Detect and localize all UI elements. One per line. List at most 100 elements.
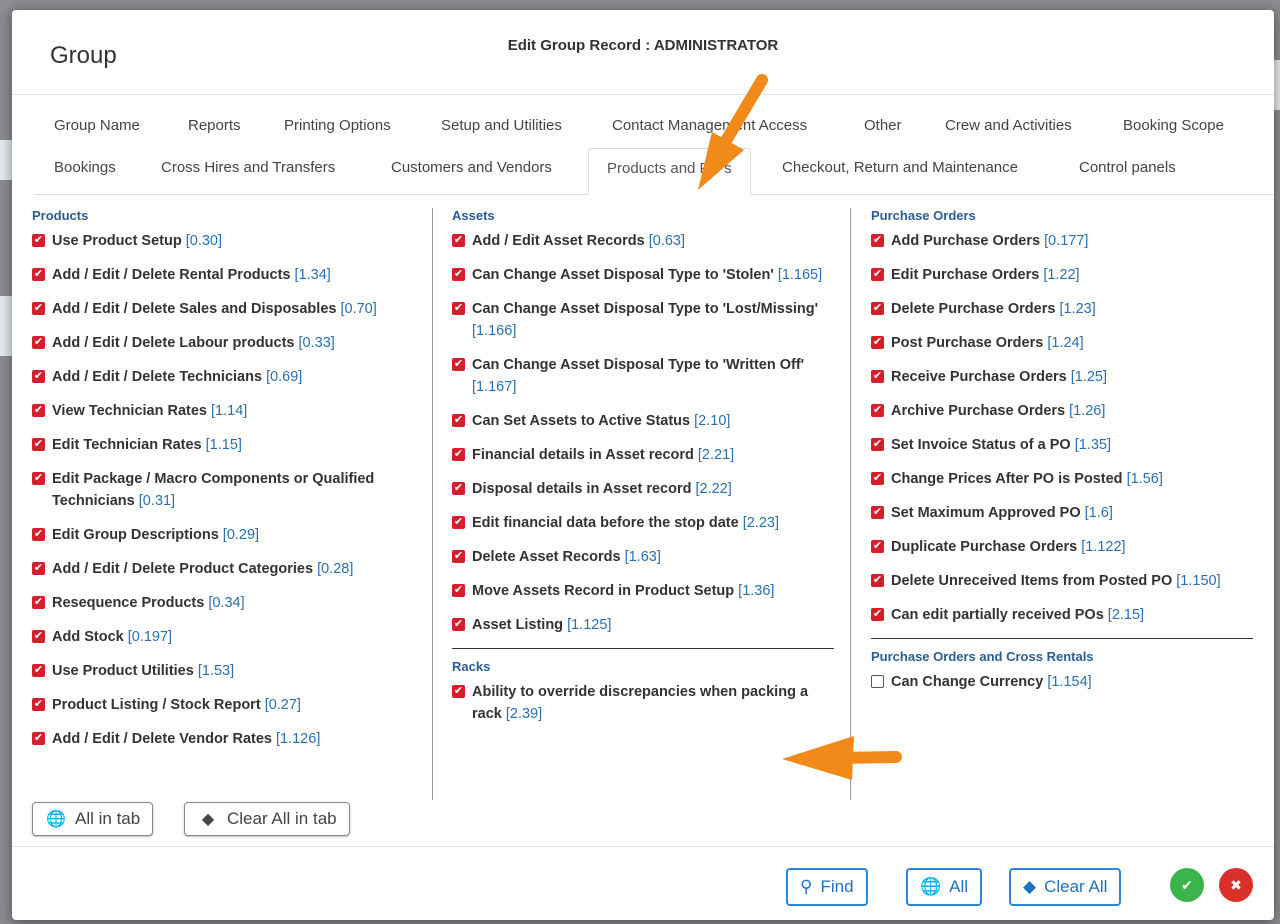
checkbox-checked[interactable]: ✔ bbox=[871, 268, 884, 281]
checkbox-checked[interactable]: ✔ bbox=[32, 370, 45, 383]
permission-ability-to-override-discrepancies-when-packing-a-rack[interactable]: ✔ Ability to override discrepancies when … bbox=[452, 681, 834, 725]
checkbox-unchecked[interactable] bbox=[871, 675, 884, 688]
checkbox-checked[interactable]: ✔ bbox=[452, 685, 465, 698]
permission-edit-technician-rates[interactable]: ✔ Edit Technician Rates [1.15] bbox=[32, 434, 412, 456]
checkbox-checked[interactable]: ✔ bbox=[32, 732, 45, 745]
permission-duplicate-purchase-orders[interactable]: ✔ Duplicate Purchase Orders [1.122] bbox=[871, 536, 1253, 558]
permission-change-prices-after-po-is-posted[interactable]: ✔ Change Prices After PO is Posted [1.56] bbox=[871, 468, 1253, 490]
permission-asset-listing[interactable]: ✔ Asset Listing [1.125] bbox=[452, 614, 834, 636]
checkbox-checked[interactable]: ✔ bbox=[32, 472, 45, 485]
permission-delete-purchase-orders[interactable]: ✔ Delete Purchase Orders [1.23] bbox=[871, 298, 1253, 320]
all-in-tab-button[interactable]: 🌐 All in tab bbox=[32, 802, 154, 836]
checkbox-checked[interactable]: ✔ bbox=[452, 516, 465, 529]
checkbox-checked[interactable]: ✔ bbox=[452, 302, 465, 315]
tab-customers-vendors[interactable]: Customers and Vendors bbox=[391, 148, 552, 188]
checkbox-checked[interactable]: ✔ bbox=[452, 448, 465, 461]
tab-reports[interactable]: Reports bbox=[188, 106, 241, 146]
checkbox-checked[interactable]: ✔ bbox=[452, 414, 465, 427]
checkbox-checked[interactable]: ✔ bbox=[32, 302, 45, 315]
find-button[interactable]: ⚲ Find bbox=[786, 868, 868, 906]
permission-add-purchase-orders[interactable]: ✔ Add Purchase Orders [0.177] bbox=[871, 230, 1253, 252]
permission-delete-asset-records[interactable]: ✔ Delete Asset Records [1.63] bbox=[452, 546, 834, 568]
tab-bookings[interactable]: Bookings bbox=[54, 148, 116, 188]
checkbox-checked[interactable]: ✔ bbox=[871, 438, 884, 451]
tab-checkout-return[interactable]: Checkout, Return and Maintenance bbox=[782, 148, 1018, 188]
permission-label: Duplicate Purchase Orders bbox=[891, 539, 1078, 555]
permission-can-edit-partially-received-pos[interactable]: ✔ Can edit partially received POs [2.15] bbox=[871, 604, 1253, 626]
checkbox-checked[interactable]: ✔ bbox=[452, 618, 465, 631]
permission-edit-group-descriptions[interactable]: ✔ Edit Group Descriptions [0.29] bbox=[32, 524, 412, 546]
tab-crew-activities[interactable]: Crew and Activities bbox=[945, 106, 1072, 146]
tab-setup-utilities[interactable]: Setup and Utilities bbox=[441, 106, 562, 146]
tab-control-panels[interactable]: Control panels bbox=[1079, 148, 1176, 188]
checkbox-checked[interactable]: ✔ bbox=[871, 574, 884, 587]
permission-edit-package-macro-components-or-qualified-technicians[interactable]: ✔ Edit Package / Macro Components or Qual… bbox=[32, 468, 412, 512]
permission-financial-details-in-asset-record[interactable]: ✔ Financial details in Asset record [2.21… bbox=[452, 444, 834, 466]
permission-add-edit-delete-sales-and-disposables[interactable]: ✔ Add / Edit / Delete Sales and Disposabl… bbox=[32, 298, 412, 320]
permission-add-edit-delete-labour-products[interactable]: ✔ Add / Edit / Delete Labour products [0.… bbox=[32, 332, 412, 354]
tab-cross-hires[interactable]: Cross Hires and Transfers bbox=[161, 148, 335, 188]
permission-archive-purchase-orders[interactable]: ✔ Archive Purchase Orders [1.26] bbox=[871, 400, 1253, 422]
checkbox-checked[interactable]: ✔ bbox=[32, 234, 45, 247]
tab-other[interactable]: Other bbox=[864, 106, 902, 146]
checkbox-checked[interactable]: ✔ bbox=[871, 370, 884, 383]
checkbox-checked[interactable]: ✔ bbox=[871, 404, 884, 417]
checkbox-checked[interactable]: ✔ bbox=[871, 234, 884, 247]
permission-disposal-details-in-asset-record[interactable]: ✔ Disposal details in Asset record [2.22] bbox=[452, 478, 834, 500]
checkbox-checked[interactable]: ✔ bbox=[32, 438, 45, 451]
checkbox-checked[interactable]: ✔ bbox=[32, 562, 45, 575]
checkbox-checked[interactable]: ✔ bbox=[871, 608, 884, 621]
checkbox-checked[interactable]: ✔ bbox=[452, 358, 465, 371]
checkbox-checked[interactable]: ✔ bbox=[871, 336, 884, 349]
checkbox-checked[interactable]: ✔ bbox=[32, 404, 45, 417]
tab-booking-scope[interactable]: Booking Scope bbox=[1123, 106, 1224, 146]
permission-product-listing-stock-report[interactable]: ✔ Product Listing / Stock Report [0.27] bbox=[32, 694, 412, 716]
permission-delete-unreceived-items-from-posted-po[interactable]: ✔ Delete Unreceived Items from Posted PO … bbox=[871, 570, 1253, 592]
clear-all-button[interactable]: ◆ Clear All bbox=[1009, 868, 1122, 906]
permission-can-change-asset-disposal-type-to-stolen[interactable]: ✔ Can Change Asset Disposal Type to 'Stol… bbox=[452, 264, 834, 286]
permission-receive-purchase-orders[interactable]: ✔ Receive Purchase Orders [1.25] bbox=[871, 366, 1253, 388]
permission-can-change-asset-disposal-type-to-written-off[interactable]: ✔ Can Change Asset Disposal Type to 'Writ… bbox=[452, 354, 834, 398]
permission-add-edit-delete-vendor-rates[interactable]: ✔ Add / Edit / Delete Vendor Rates [1.126… bbox=[32, 728, 412, 750]
permission-add-edit-delete-technicians[interactable]: ✔ Add / Edit / Delete Technicians [0.69] bbox=[32, 366, 412, 388]
checkbox-checked[interactable]: ✔ bbox=[871, 302, 884, 315]
checkbox-checked[interactable]: ✔ bbox=[871, 506, 884, 519]
checkbox-checked[interactable]: ✔ bbox=[32, 268, 45, 281]
permission-use-product-setup[interactable]: ✔ Use Product Setup [0.30] bbox=[32, 230, 412, 252]
checkbox-checked[interactable]: ✔ bbox=[452, 234, 465, 247]
checkbox-checked[interactable]: ✔ bbox=[452, 550, 465, 563]
permission-can-set-assets-to-active-status[interactable]: ✔ Can Set Assets to Active Status [2.10] bbox=[452, 410, 834, 432]
tab-group-name[interactable]: Group Name bbox=[54, 106, 140, 146]
permission-can-change-asset-disposal-type-to-lost-missing[interactable]: ✔ Can Change Asset Disposal Type to 'Lost… bbox=[452, 298, 834, 342]
permission-add-edit-asset-records[interactable]: ✔ Add / Edit Asset Records [0.63] bbox=[452, 230, 834, 252]
permission-can-change-currency[interactable]: Can Change Currency [1.154] bbox=[871, 671, 1253, 693]
permission-add-edit-delete-rental-products[interactable]: ✔ Add / Edit / Delete Rental Products [1.… bbox=[32, 264, 412, 286]
permission-add-edit-delete-product-categories[interactable]: ✔ Add / Edit / Delete Product Categories … bbox=[32, 558, 412, 580]
tab-printing-options[interactable]: Printing Options bbox=[284, 106, 391, 146]
permission-edit-purchase-orders[interactable]: ✔ Edit Purchase Orders [1.22] bbox=[871, 264, 1253, 286]
checkbox-checked[interactable]: ✔ bbox=[32, 528, 45, 541]
permission-set-maximum-approved-po[interactable]: ✔ Set Maximum Approved PO [1.6] bbox=[871, 502, 1253, 524]
permission-edit-financial-data-before-the-stop-date[interactable]: ✔ Edit financial data before the stop dat… bbox=[452, 512, 834, 534]
permission-add-stock[interactable]: ✔ Add Stock [0.197] bbox=[32, 626, 412, 648]
checkbox-checked[interactable]: ✔ bbox=[452, 584, 465, 597]
check-circle-icon[interactable]: ✔ bbox=[1170, 868, 1204, 902]
permission-use-product-utilities[interactable]: ✔ Use Product Utilities [1.53] bbox=[32, 660, 412, 682]
all-button[interactable]: 🌐 All bbox=[906, 868, 983, 906]
checkbox-checked[interactable]: ✔ bbox=[32, 664, 45, 677]
permission-resequence-products[interactable]: ✔ Resequence Products [0.34] bbox=[32, 592, 412, 614]
checkbox-checked[interactable]: ✔ bbox=[452, 268, 465, 281]
clear-all-in-tab-button[interactable]: ◆ Clear All in tab bbox=[184, 802, 350, 836]
checkbox-checked[interactable]: ✔ bbox=[871, 472, 884, 485]
checkbox-checked[interactable]: ✔ bbox=[32, 630, 45, 643]
close-circle-icon[interactable]: ✖ bbox=[1219, 868, 1253, 902]
checkbox-checked[interactable]: ✔ bbox=[32, 698, 45, 711]
permission-move-assets-record-in-product-setup[interactable]: ✔ Move Assets Record in Product Setup [1.… bbox=[452, 580, 834, 602]
permission-post-purchase-orders[interactable]: ✔ Post Purchase Orders [1.24] bbox=[871, 332, 1253, 354]
permission-set-invoice-status-of-a-po[interactable]: ✔ Set Invoice Status of a PO [1.35] bbox=[871, 434, 1253, 456]
checkbox-checked[interactable]: ✔ bbox=[32, 336, 45, 349]
permission-view-technician-rates[interactable]: ✔ View Technician Rates [1.14] bbox=[32, 400, 412, 422]
checkbox-checked[interactable]: ✔ bbox=[871, 540, 884, 553]
checkbox-checked[interactable]: ✔ bbox=[32, 596, 45, 609]
checkbox-checked[interactable]: ✔ bbox=[452, 482, 465, 495]
